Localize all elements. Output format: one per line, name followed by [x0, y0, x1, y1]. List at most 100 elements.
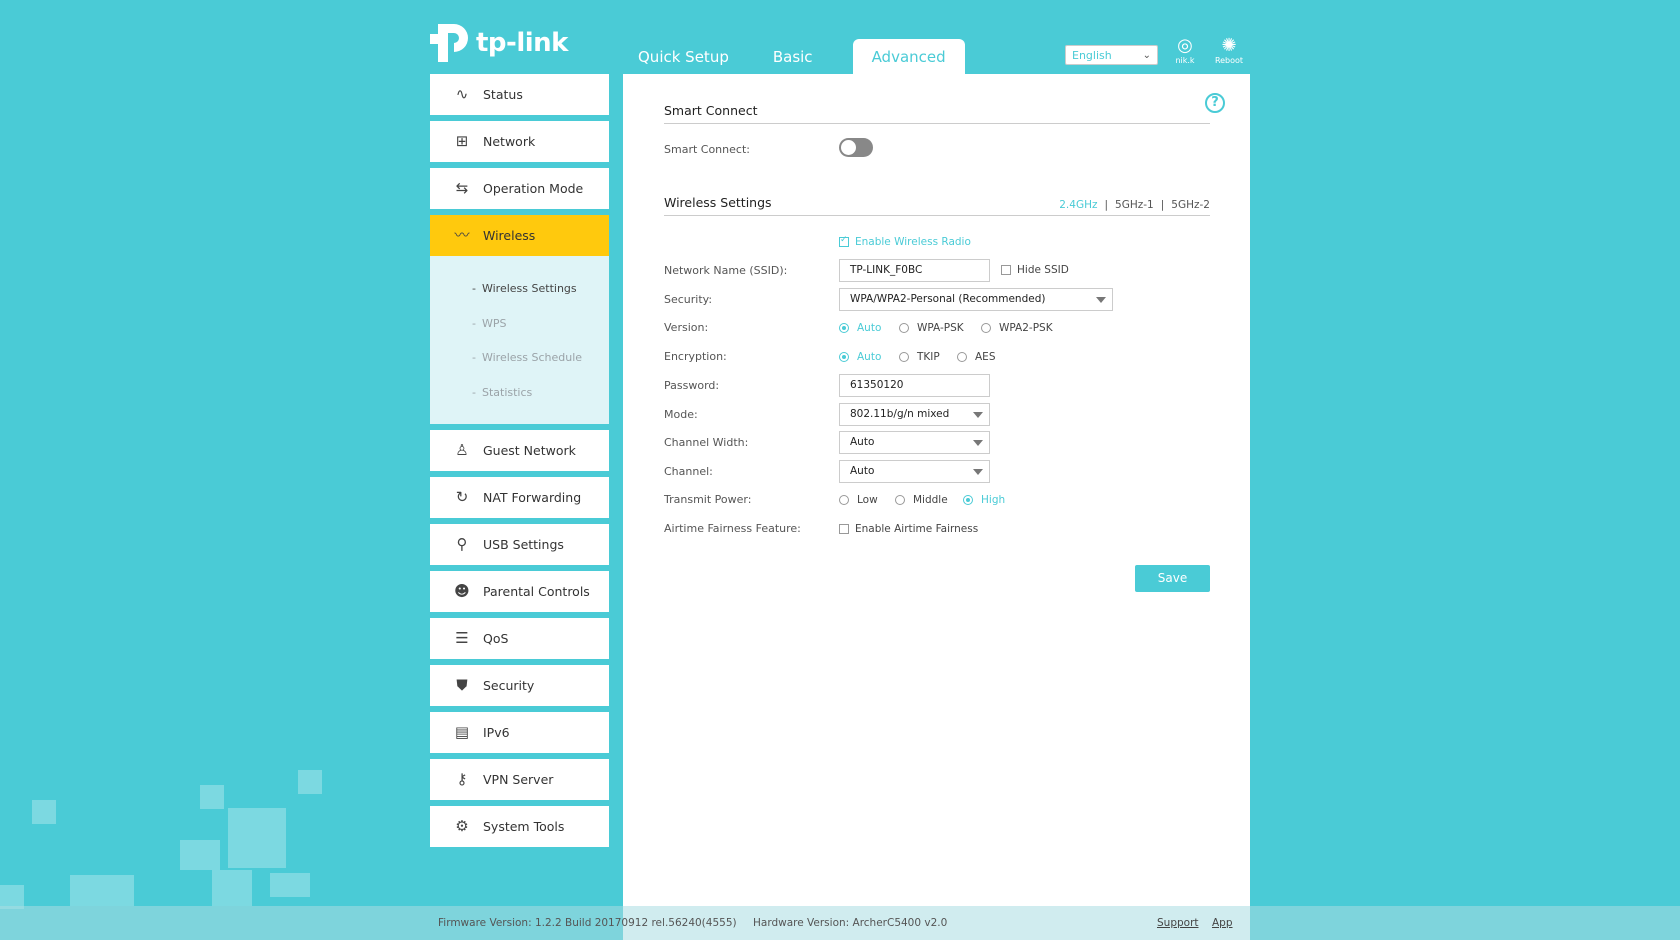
sidebar-item-operation-mode[interactable]: ⇆ Operation Mode [430, 168, 609, 209]
password-label: Password: [664, 379, 720, 392]
radio-label: Auto [857, 322, 882, 334]
smart-connect-label: Smart Connect: [664, 143, 750, 156]
transmit-power-label: Transmit Power: [664, 493, 752, 506]
channel-select[interactable]: Auto [839, 460, 990, 483]
language-select[interactable]: English ⌄ [1065, 45, 1158, 65]
ssid-label: Network Name (SSID): [664, 264, 788, 277]
user-button[interactable]: ◎ nik.k [1165, 36, 1205, 66]
ssid-input[interactable]: TP-LINK_F0BC [839, 259, 990, 282]
smart-connect-toggle[interactable] [839, 138, 873, 157]
radio-dot [957, 352, 967, 362]
sidebar-item-label: Operation Mode [483, 181, 584, 196]
sidebar-item-label: QoS [483, 631, 509, 646]
sidebar-item-wireless[interactable]: 〰 Wireless [430, 215, 609, 256]
sidebar-item-label: Guest Network [483, 443, 576, 458]
security-label: Security: [664, 293, 713, 306]
submenu-item-wps[interactable]: - WPS [430, 307, 609, 342]
band-tab-2-4ghz[interactable]: 2.4GHz [1059, 199, 1097, 211]
transmit-radio-high[interactable]: High [963, 494, 1005, 506]
background-decoration [180, 840, 220, 870]
submenu-item-label: Wireless Schedule [481, 351, 583, 364]
operation-mode-icon: ⇆ [455, 179, 469, 197]
submenu-item-label: Statistics [481, 385, 533, 399]
sidebar-item-label: Security [483, 678, 535, 693]
hide-ssid-checkbox[interactable]: Hide SSID [1001, 264, 1069, 276]
sidebar-item-qos[interactable]: ☰ QoS [430, 618, 609, 659]
dropdown-arrow-icon [973, 440, 983, 446]
sidebar-item-label: USB Settings [483, 537, 564, 552]
divider [664, 123, 1210, 124]
firmware-version: Firmware Version: 1.2.2 Build 20170912 r… [438, 917, 737, 929]
channel-value: Auto [850, 465, 875, 477]
radio-label: Auto [857, 351, 882, 363]
submenu-item-label: Wireless Settings [481, 282, 577, 295]
help-icon[interactable]: ? [1205, 93, 1225, 113]
radio-dot [839, 495, 849, 505]
password-input[interactable]: 61350120 [839, 374, 990, 397]
sidebar-item-parental-controls[interactable]: ☻ Parental Controls [430, 571, 609, 612]
app-link[interactable]: App [1212, 917, 1233, 929]
encryption-radio-tkip[interactable]: TKIP [899, 351, 940, 363]
transmit-radio-middle[interactable]: Middle [895, 494, 948, 506]
radio-label: WPA-PSK [917, 322, 964, 334]
hardware-version: Hardware Version: ArcherC5400 v2.0 [753, 917, 948, 929]
tab-quick-setup[interactable]: Quick Setup [620, 39, 747, 74]
parental-icon: ☻ [454, 582, 470, 600]
radio-dot [839, 352, 849, 362]
band-tab-5ghz-1[interactable]: 5GHz-1 [1115, 199, 1154, 211]
checkbox-box [839, 235, 849, 247]
submenu-item-wireless-schedule[interactable]: - Wireless Schedule [430, 341, 609, 376]
channel-width-value: Auto [850, 436, 875, 448]
divider [664, 215, 1210, 216]
radio-dot [895, 495, 905, 505]
reboot-button[interactable]: ✺ Reboot [1209, 35, 1249, 66]
sidebar-item-network[interactable]: ⊞ Network [430, 121, 609, 162]
sidebar-item-nat-forwarding[interactable]: ↻ NAT Forwarding [430, 477, 609, 518]
airtime-fairness-checkbox[interactable]: Enable Airtime Fairness [839, 523, 978, 535]
checkbox-box [1001, 265, 1011, 275]
support-link[interactable]: Support [1157, 917, 1199, 929]
background-decoration [298, 770, 322, 794]
background-decoration [212, 870, 252, 906]
channel-width-select[interactable]: Auto [839, 431, 990, 454]
enable-wireless-radio-checkbox[interactable]: Enable Wireless Radio [839, 235, 971, 248]
tab-basic[interactable]: Basic [755, 39, 831, 74]
hide-ssid-label: Hide SSID [1017, 264, 1069, 276]
band-tab-5ghz-2[interactable]: 5GHz-2 [1171, 199, 1210, 211]
radio-label: Low [857, 494, 878, 506]
encryption-radio-aes[interactable]: AES [957, 351, 995, 363]
tab-advanced[interactable]: Advanced [852, 39, 965, 74]
language-value: English [1072, 49, 1112, 62]
radio-dot [899, 323, 909, 333]
mode-select[interactable]: 802.11b/g/n mixed [839, 403, 990, 426]
qos-icon: ☰ [455, 629, 469, 647]
chevron-down-icon: ⌄ [1142, 50, 1151, 61]
sidebar-item-system-tools[interactable]: ⚙ System Tools [430, 806, 609, 847]
version-radio-wpa2-psk[interactable]: WPA2-PSK [981, 322, 1053, 334]
transmit-radio-low[interactable]: Low [839, 494, 878, 506]
logo-text: tp-link [476, 28, 568, 58]
submenu-item-wireless-settings[interactable]: - Wireless Settings [430, 272, 609, 307]
wifi-icon: 〰 [454, 226, 470, 244]
reboot-icon: ✺ [1221, 35, 1237, 56]
tp-link-logo: tp-link [430, 22, 568, 64]
wireless-submenu: - Wireless Settings - WPS - Wireless Schedu… [430, 256, 609, 424]
security-select[interactable]: WPA/WPA2-Personal (Recommended) [839, 288, 1113, 311]
version-radio-auto[interactable]: Auto [839, 322, 881, 334]
encryption-radio-auto[interactable]: Auto [839, 351, 881, 363]
version-radio-wpa-psk[interactable]: WPA-PSK [899, 322, 964, 334]
mode-label: Mode: [664, 408, 698, 421]
radio-dot [963, 495, 973, 505]
submenu-item-statistics[interactable]: - Statistics [430, 376, 609, 411]
save-button[interactable]: Save [1135, 565, 1210, 592]
sidebar-item-label: Parental Controls [483, 584, 590, 599]
sidebar-item-status[interactable]: ∿ Status [430, 74, 609, 115]
sidebar-item-usb-settings[interactable]: ⚲ USB Settings [430, 524, 609, 565]
sidebar-item-guest-network[interactable]: ♙ Guest Network [430, 430, 609, 471]
sidebar-item-vpn-server[interactable]: ⚷ VPN Server [430, 759, 609, 800]
sidebar-item-security[interactable]: ⛊ Security [430, 665, 609, 706]
network-icon: ⊞ [455, 132, 469, 150]
radio-label: AES [975, 351, 996, 363]
usb-icon: ⚲ [456, 535, 468, 553]
sidebar-item-ipv6[interactable]: ▤ IPv6 [430, 712, 609, 753]
